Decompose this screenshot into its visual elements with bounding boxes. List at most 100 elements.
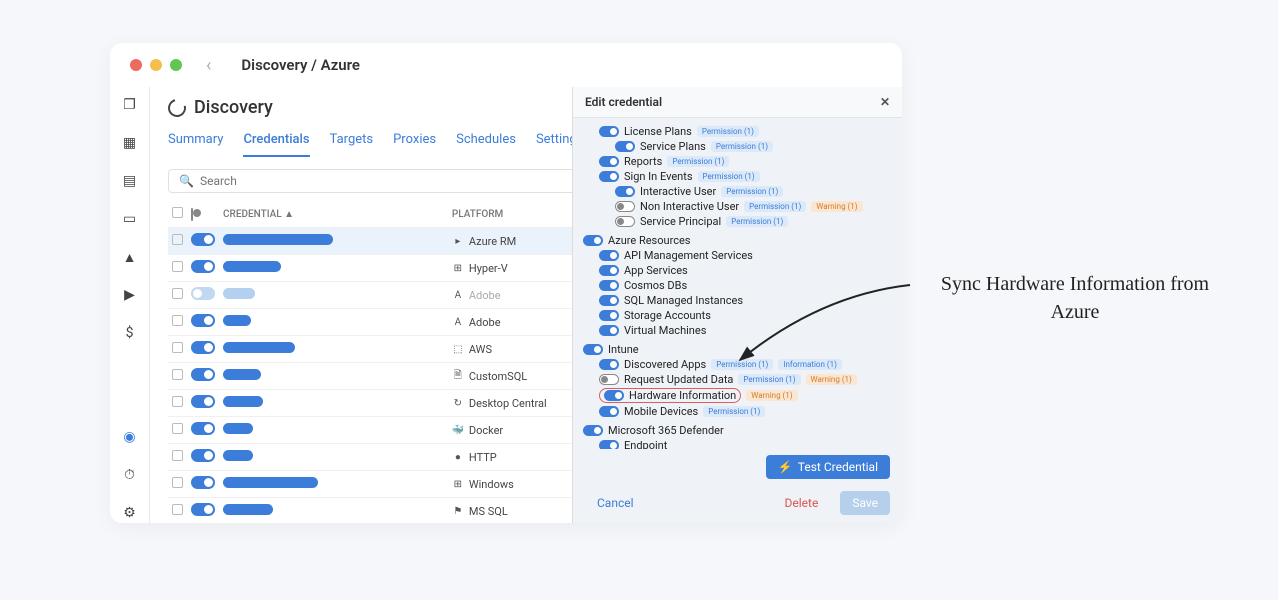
row-checkbox[interactable]: [172, 342, 183, 353]
panel-item[interactable]: Interactive User Permission (1): [583, 184, 892, 199]
row-toggle[interactable]: [191, 260, 215, 273]
nav-icon-1[interactable]: ❐: [120, 95, 140, 115]
nav-icon-3[interactable]: ▤: [120, 171, 140, 191]
row-checkbox[interactable]: [172, 261, 183, 272]
panel-item[interactable]: Storage Accounts: [583, 308, 892, 323]
row-toggle[interactable]: [191, 314, 215, 327]
item-toggle[interactable]: [599, 310, 619, 321]
item-label: Virtual Machines: [624, 324, 706, 337]
item-toggle[interactable]: [599, 156, 619, 167]
row-toggle[interactable]: [191, 368, 215, 381]
panel-item[interactable]: Microsoft 365 Defender: [583, 423, 892, 438]
bolt-icon: ⚡: [778, 460, 793, 474]
tab-targets[interactable]: Targets: [330, 132, 374, 157]
panel-item[interactable]: Reports Permission (1): [583, 154, 892, 169]
panel-item[interactable]: Sign In Events Permission (1): [583, 169, 892, 184]
panel-item[interactable]: Virtual Machines: [583, 323, 892, 338]
app-window: ‹ Discovery / Azure ❐ ▦ ▤ ▭ ▲ ▶ $ ◉ ⏱ ⚙ …: [110, 43, 902, 523]
row-toggle[interactable]: [191, 449, 215, 462]
back-icon[interactable]: ‹: [206, 55, 211, 76]
item-toggle[interactable]: [599, 406, 619, 417]
item-toggle[interactable]: [615, 216, 635, 227]
row-checkbox[interactable]: [172, 288, 183, 299]
item-toggle[interactable]: [583, 344, 603, 355]
panel-item[interactable]: Non Interactive User Permission (1) Warn…: [583, 199, 892, 214]
panel-item[interactable]: App Services: [583, 263, 892, 278]
panel-item[interactable]: Intune: [583, 342, 892, 357]
row-checkbox[interactable]: [172, 423, 183, 434]
item-toggle[interactable]: [599, 359, 619, 370]
row-toggle[interactable]: [191, 422, 215, 435]
item-toggle[interactable]: [604, 390, 624, 401]
row-toggle[interactable]: [191, 476, 215, 489]
panel-item[interactable]: Request Updated Data Permission (1) Warn…: [583, 372, 892, 387]
minimize-dot[interactable]: [150, 59, 162, 71]
select-all-checkbox[interactable]: [172, 207, 183, 218]
panel-item[interactable]: License Plans Permission (1): [583, 124, 892, 139]
item-toggle[interactable]: [583, 235, 603, 246]
left-rail: ❐ ▦ ▤ ▭ ▲ ▶ $ ◉ ⏱ ⚙: [110, 87, 150, 523]
row-checkbox[interactable]: [172, 234, 183, 245]
test-credential-button[interactable]: ⚡ Test Credential: [766, 455, 890, 479]
row-toggle[interactable]: [191, 395, 215, 408]
item-toggle[interactable]: [599, 126, 619, 137]
panel-item[interactable]: Service Principal Permission (1): [583, 214, 892, 229]
row-toggle[interactable]: [191, 341, 215, 354]
row-toggle[interactable]: [191, 503, 215, 516]
item-toggle[interactable]: [599, 374, 619, 385]
panel-item[interactable]: Discovered Apps Permission (1) Informati…: [583, 357, 892, 372]
tab-schedules[interactable]: Schedules: [456, 132, 516, 157]
credential-bar: [223, 261, 281, 272]
item-toggle[interactable]: [599, 265, 619, 276]
panel-item[interactable]: SQL Managed Instances: [583, 293, 892, 308]
panel-item[interactable]: Hardware Information Warning (1): [583, 387, 892, 404]
item-toggle[interactable]: [615, 141, 635, 152]
zoom-dot[interactable]: [170, 59, 182, 71]
row-checkbox[interactable]: [172, 477, 183, 488]
nav-icon-2[interactable]: ▦: [120, 133, 140, 153]
row-toggle[interactable]: [191, 233, 215, 246]
panel-item[interactable]: Endpoint: [583, 438, 892, 449]
credential-bar: [223, 396, 263, 407]
item-toggle[interactable]: [599, 171, 619, 182]
platform-icon: ⬚: [452, 343, 464, 355]
gear-icon[interactable]: ⚙: [120, 503, 140, 523]
item-toggle[interactable]: [599, 440, 619, 449]
item-toggle[interactable]: [583, 425, 603, 436]
panel-item[interactable]: Service Plans Permission (1): [583, 139, 892, 154]
panel-item[interactable]: Cosmos DBs: [583, 278, 892, 293]
panel-title: Edit credential: [585, 95, 662, 109]
highlighted-item: Hardware Information: [599, 388, 741, 403]
row-checkbox[interactable]: [172, 504, 183, 515]
row-checkbox[interactable]: [172, 369, 183, 380]
row-checkbox[interactable]: [172, 450, 183, 461]
nav-icon-6[interactable]: ▶: [120, 285, 140, 305]
tab-credentials[interactable]: Credentials: [243, 132, 309, 157]
item-toggle[interactable]: [599, 280, 619, 291]
cancel-button[interactable]: Cancel: [585, 491, 646, 515]
save-button[interactable]: Save: [840, 491, 890, 515]
row-toggle[interactable]: [191, 287, 215, 300]
item-toggle[interactable]: [599, 250, 619, 261]
tab-summary[interactable]: Summary: [168, 132, 223, 157]
panel-item[interactable]: API Management Services: [583, 248, 892, 263]
row-checkbox[interactable]: [172, 315, 183, 326]
nav-icon-discovery[interactable]: ◉: [120, 427, 140, 447]
close-dot[interactable]: [130, 59, 142, 71]
item-toggle[interactable]: [599, 295, 619, 306]
nav-icon-4[interactable]: ▭: [120, 209, 140, 229]
item-label: Reports: [624, 155, 662, 168]
close-icon[interactable]: ✕: [880, 95, 890, 109]
row-checkbox[interactable]: [172, 396, 183, 407]
col-credential[interactable]: CREDENTIAL ▲: [219, 201, 448, 228]
item-toggle[interactable]: [615, 201, 635, 212]
item-toggle[interactable]: [599, 325, 619, 336]
panel-item[interactable]: Azure Resources: [583, 233, 892, 248]
item-toggle[interactable]: [615, 186, 635, 197]
tab-proxies[interactable]: Proxies: [393, 132, 436, 157]
panel-item[interactable]: Mobile Devices Permission (1): [583, 404, 892, 419]
nav-icon-7[interactable]: $: [120, 323, 140, 343]
nav-icon-gauge[interactable]: ⏱: [120, 465, 140, 485]
delete-button[interactable]: Delete: [773, 491, 831, 515]
nav-icon-5[interactable]: ▲: [120, 247, 140, 267]
